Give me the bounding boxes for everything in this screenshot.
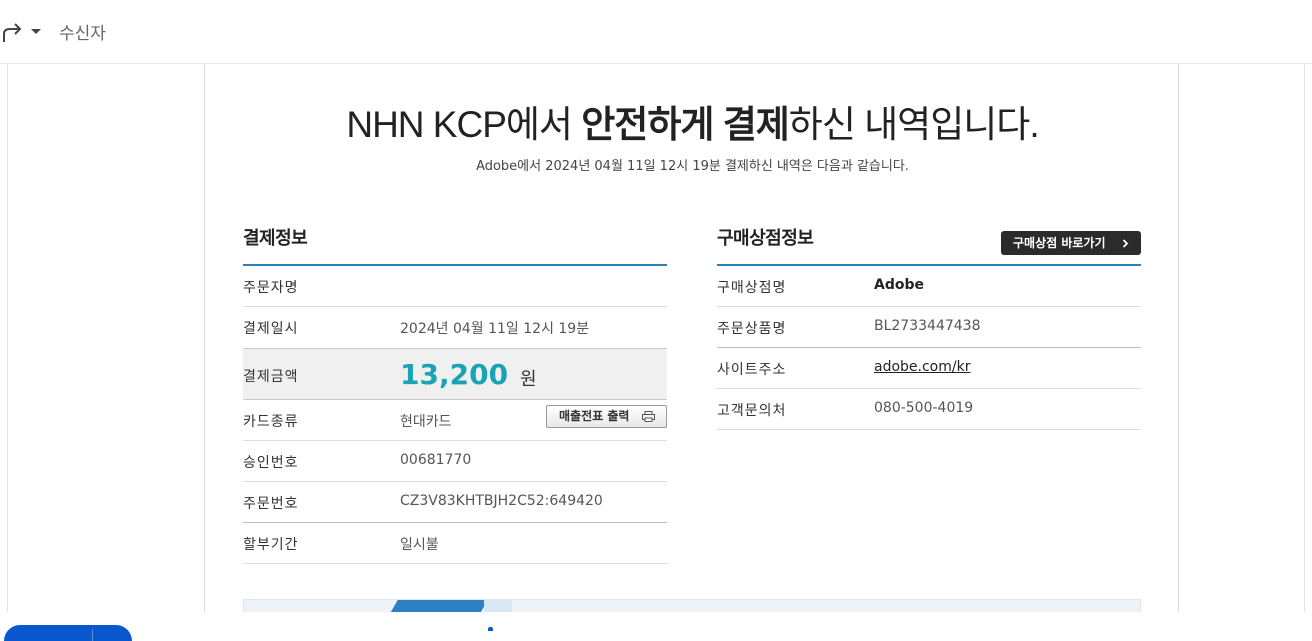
forward-icon[interactable]: [2, 20, 24, 44]
recipient-label[interactable]: 수신자: [59, 19, 106, 44]
product-name-label: 주문상품명: [717, 321, 787, 337]
row-card-type: 카드종류 현대카드 매출전표 출력: [243, 400, 667, 441]
payment-amount-label: 결제금액: [243, 369, 299, 385]
printer-icon: [642, 411, 655, 422]
customer-contact-label: 고객문의처: [717, 403, 787, 419]
go-to-shop-label: 구매상점 바로가기: [1013, 236, 1106, 250]
product-name-value: BL2733447438: [874, 318, 981, 334]
bottom-toolbar: [0, 612, 1312, 641]
merchant-name-value: Adobe: [874, 277, 924, 293]
row-installment: 할부기간 일시불: [243, 523, 667, 564]
print-receipt-button[interactable]: 매출전표 출력: [546, 405, 667, 428]
orderer-label: 주문자명: [243, 280, 299, 296]
headline-bold: 안전하게 결제: [581, 104, 790, 145]
payment-amount-unit: 원: [520, 369, 537, 390]
order-number-label: 주문번호: [243, 496, 299, 512]
site-address-label: 사이트주소: [717, 362, 787, 378]
receipt-headline: NHN KCP에서 안전하게 결제하신 내역입니다.: [205, 94, 1180, 148]
chevron-right-icon: [1122, 239, 1129, 248]
payment-date-value: 2024년 04월 11일 12시 19분: [400, 321, 590, 337]
payment-info-section: 결제정보 주문자명 결제일시 2024년 04월 11일 12시 19분 결제금…: [243, 224, 667, 564]
print-receipt-label: 매출전표 출력: [559, 409, 630, 423]
receipt-subline: Adobe에서 2024년 04월 11일 12시 19분 결제하신 내역은 다…: [476, 159, 909, 174]
bottom-indicator: [488, 627, 493, 631]
order-number-value: CZ3V83KHTBJH2C52:649420: [400, 493, 603, 509]
email-header-bar: 수신자: [0, 0, 1312, 64]
approval-number-label: 승인번호: [243, 455, 299, 471]
caret-down-icon[interactable]: [30, 25, 42, 37]
row-customer-contact: 고객문의처 080-500-4019: [717, 389, 1141, 430]
row-payment-amount: 결제금액 13,200 원: [243, 348, 667, 400]
row-payment-date: 결제일시 2024년 04월 11일 12시 19분: [243, 307, 667, 348]
customer-contact-value: 080-500-4019: [874, 400, 974, 416]
payment-receipt: NHN KCP에서 안전하게 결제하신 내역입니다. Adobe에서 2024년…: [204, 64, 1179, 612]
promo-banner[interactable]: [243, 599, 1141, 612]
card-type-value: 현대카드: [400, 414, 452, 430]
headline-prefix: NHN KCP에서: [346, 104, 582, 145]
row-site-address: 사이트주소 adobe.com/kr: [717, 348, 1141, 389]
merchant-info-section: 구매상점정보 구매상점 바로가기 구매상점명 Adobe 주문상품명 BL273…: [717, 224, 1141, 430]
card-type-label: 카드종류: [243, 414, 299, 430]
row-order-number: 주문번호 CZ3V83KHTBJH2C52:649420: [243, 482, 667, 523]
row-product-name: 주문상품명 BL2733447438: [717, 307, 1141, 348]
merchant-info-title-text: 구매상점정보: [717, 228, 814, 249]
row-orderer: 주문자명: [243, 266, 667, 307]
row-merchant-name: 구매상점명 Adobe: [717, 266, 1141, 307]
payment-info-title: 결제정보: [243, 224, 667, 266]
frame-left-border: [7, 64, 8, 612]
banner-shape-light: [484, 600, 512, 612]
site-address-link[interactable]: adobe.com/kr: [874, 359, 970, 375]
bottom-action-button[interactable]: [4, 625, 132, 641]
payment-amount-value: 13,200: [400, 358, 509, 391]
payment-date-label: 결제일시: [243, 321, 299, 337]
installment-label: 할부기간: [243, 537, 299, 553]
banner-shape: [390, 600, 488, 612]
frame-right-border: [1304, 64, 1305, 612]
merchant-name-label: 구매상점명: [717, 280, 787, 296]
go-to-shop-button[interactable]: 구매상점 바로가기: [1001, 231, 1141, 255]
installment-value: 일시불: [400, 537, 439, 553]
headline-suffix: 하신 내역입니다.: [788, 104, 1040, 145]
row-approval-number: 승인번호 00681770: [243, 441, 667, 482]
approval-number-value: 00681770: [400, 452, 472, 468]
